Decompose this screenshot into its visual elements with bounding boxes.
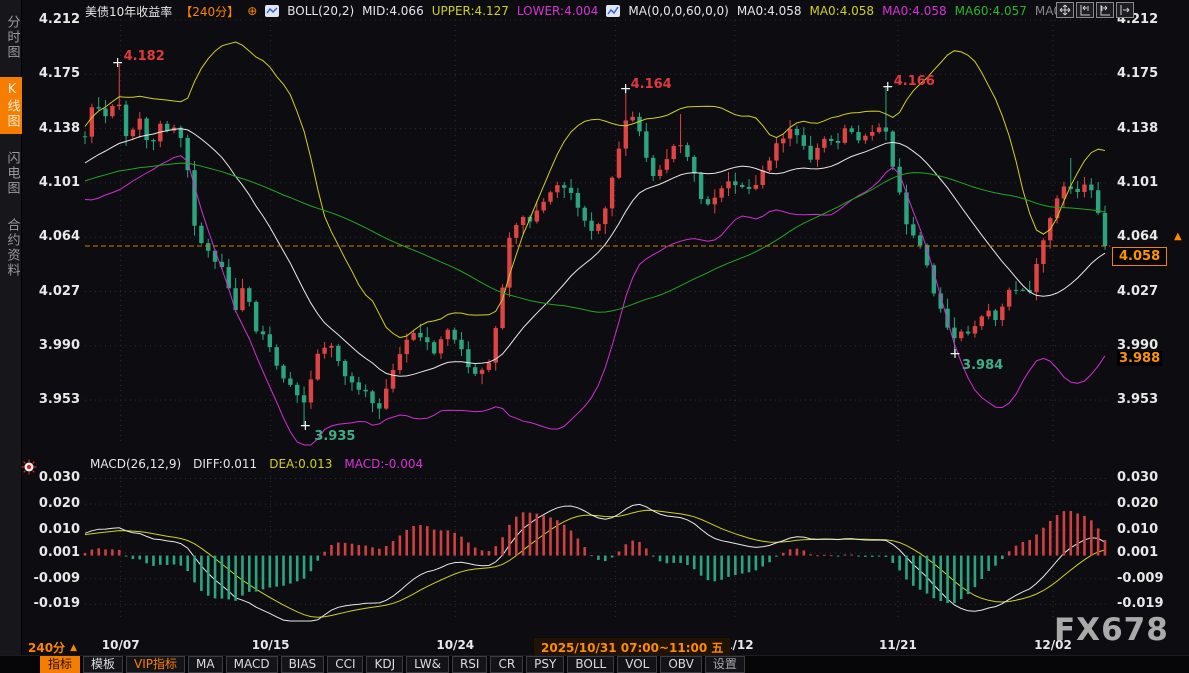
ma-label: MA(0,0,0,60,0,0) — [628, 4, 728, 18]
macd-axis-label: -0.009 — [1117, 571, 1164, 586]
y-axis-label: 4.101 — [1117, 175, 1158, 190]
y-axis-label: 4.064 — [1117, 229, 1158, 244]
period-label[interactable]: 【240分】 — [180, 3, 239, 20]
chart-canvas[interactable] — [0, 0, 1189, 673]
x-axis-label: 10/24 — [436, 638, 474, 652]
macd-axis-label: 0.010 — [1117, 522, 1158, 537]
x-axis-label: 10/15 — [252, 638, 290, 652]
crosshair-marker: + — [112, 55, 124, 71]
sidebar-tab-timeline[interactable]: 分时图 — [0, 10, 22, 65]
macd-axis-label: 0.020 — [1117, 496, 1158, 511]
zoom-x-out-icon[interactable] — [1076, 2, 1094, 18]
macd-axis-label: -0.009 — [30, 571, 80, 586]
toolbar-cr-button[interactable]: CR — [490, 656, 523, 673]
x-axis-label: 10/07 — [102, 638, 140, 652]
toolbar-rsi-button[interactable]: RSI — [452, 656, 488, 673]
toolbar-vip-button[interactable]: VIP指标 — [126, 656, 185, 673]
candlestick-series — [83, 64, 1107, 426]
x-axis-label: 11/21 — [879, 638, 917, 652]
last-price-tag: 4.058 — [1112, 247, 1167, 266]
y-axis-label: 3.990 — [30, 338, 80, 353]
toolbar-indicator-button[interactable]: 指标 — [40, 656, 80, 673]
macd-axis-label: 0.010 — [30, 522, 80, 537]
macd-macd-value: MACD:-0.004 — [344, 457, 423, 471]
zoom-x-in-icon[interactable] — [1096, 2, 1114, 18]
y-axis-label: 4.027 — [30, 284, 80, 299]
price-annotation: 4.166 — [894, 74, 935, 89]
sidebar-tab-kline[interactable]: K线图 — [0, 77, 22, 134]
toolbar-cci-button[interactable]: CCI — [327, 656, 363, 673]
toolbar-vol-button[interactable]: VOL — [617, 656, 657, 673]
macd-diff-value: DIFF:0.011 — [193, 457, 257, 471]
toolbar-obv-button[interactable]: OBV — [660, 656, 702, 673]
shift-right-icon[interactable] — [1116, 2, 1134, 18]
toolbar-settings-button[interactable]: 设置 — [705, 656, 745, 673]
macd-axis-label: 0.001 — [1117, 545, 1158, 560]
gridlines — [85, 20, 1110, 621]
y-axis-label: 4.175 — [1117, 66, 1158, 81]
boll-lower-value: LOWER:4.004 — [517, 4, 599, 18]
watermark: FX678 — [1054, 612, 1169, 648]
toolbar-ma-button[interactable]: MA — [188, 656, 223, 673]
boll-label: BOLL(20,2) — [287, 4, 354, 18]
period-selector[interactable]: 240分 ▲ — [28, 639, 77, 656]
toolbar-kdj-button[interactable]: KDJ — [366, 656, 403, 673]
sidebar: 分时图 K线图 闪电图 合约资料 — [0, 0, 22, 673]
macd-axis-label: 0.020 — [30, 496, 80, 511]
toolbar-lwr-button[interactable]: LW& — [406, 656, 449, 673]
chart-header: 美债10年收益率 【240分】 ⊕ BOLL(20,2) MID:4.066 U… — [85, 3, 1065, 19]
boll-mid-value: MID:4.066 — [362, 4, 424, 18]
sidebar-tab-contract-info[interactable]: 合约资料 — [0, 213, 22, 283]
y-axis-label: 4.101 — [30, 175, 80, 190]
macd-axis-label: -0.019 — [30, 596, 80, 611]
price-annotation: 3.984 — [962, 358, 1003, 373]
macd-label: MACD(26,12,9) — [90, 457, 181, 471]
session-low-tag: 3.988 — [1117, 351, 1162, 366]
sidebar-tab-flash[interactable]: 闪电图 — [0, 146, 22, 201]
y-axis-label: 4.138 — [1117, 121, 1158, 136]
app-window: 分时图 K线图 闪电图 合约资料 美债10年收益率 【240分】 ⊕ BOLL(… — [0, 0, 1189, 673]
crosshair-marker: + — [949, 346, 961, 362]
macd-panel — [84, 511, 1107, 603]
boll-legend-icon — [265, 5, 279, 17]
y-axis-label: 4.027 — [1117, 284, 1158, 299]
macd-axis-label: 0.030 — [1117, 470, 1158, 485]
boll-upper-value: UPPER:4.127 — [432, 4, 509, 18]
period-text: 240分 — [28, 639, 65, 656]
macd-axis-label: -0.019 — [1117, 596, 1164, 611]
macd-dea-value: DEA:0.013 — [269, 457, 332, 471]
toolbar-bias-button[interactable]: BIAS — [281, 656, 325, 673]
y-axis-label: 4.175 — [30, 66, 80, 81]
instrument-title: 美债10年收益率 — [85, 3, 172, 20]
y-axis-label: 4.064 — [30, 229, 80, 244]
macd-header: MACD(26,12,9) DIFF:0.011 DEA:0.013 MACD:… — [90, 457, 423, 471]
price-annotation: 4.182 — [124, 49, 165, 64]
toolbar-psy-button[interactable]: PSY — [526, 656, 564, 673]
y-axis-label: 4.212 — [30, 12, 80, 27]
price-annotation: 4.164 — [631, 77, 672, 92]
period-up-icon: ▲ — [70, 643, 77, 653]
y-axis-label: 4.138 — [30, 121, 80, 136]
chart-tool-icons — [1056, 2, 1134, 18]
ma0-magenta-value: MA0:4.058 — [882, 4, 947, 18]
price-annotation: 3.935 — [314, 429, 355, 444]
ma0-yellow-value: MA0:4.058 — [809, 4, 874, 18]
ma60-value: MA60:4.057 — [955, 4, 1027, 18]
ma0-white-value: MA0:4.058 — [737, 4, 802, 18]
y-axis-label: 3.953 — [30, 392, 80, 407]
price-marker-icon: ▲ — [1174, 231, 1182, 242]
ma-legend-icon — [606, 5, 620, 17]
record-indicator-icon[interactable] — [20, 458, 38, 480]
toolbar-boll-button[interactable]: BOLL — [567, 656, 614, 673]
macd-axis-label: 0.001 — [30, 545, 80, 560]
y-axis-label: 3.953 — [1117, 392, 1158, 407]
pan-icon[interactable] — [1056, 2, 1074, 18]
toolbar-macd-button[interactable]: MACD — [226, 656, 278, 673]
indicator-toolbar: 指标 模板 VIP指标 MA MACD BIAS CCI KDJ LW& RSI… — [0, 655, 1189, 673]
toolbar-template-button[interactable]: 模板 — [83, 656, 123, 673]
add-indicator-icon[interactable]: ⊕ — [247, 4, 257, 18]
crosshair-marker: + — [299, 418, 311, 434]
crosshair-marker: + — [882, 79, 894, 95]
